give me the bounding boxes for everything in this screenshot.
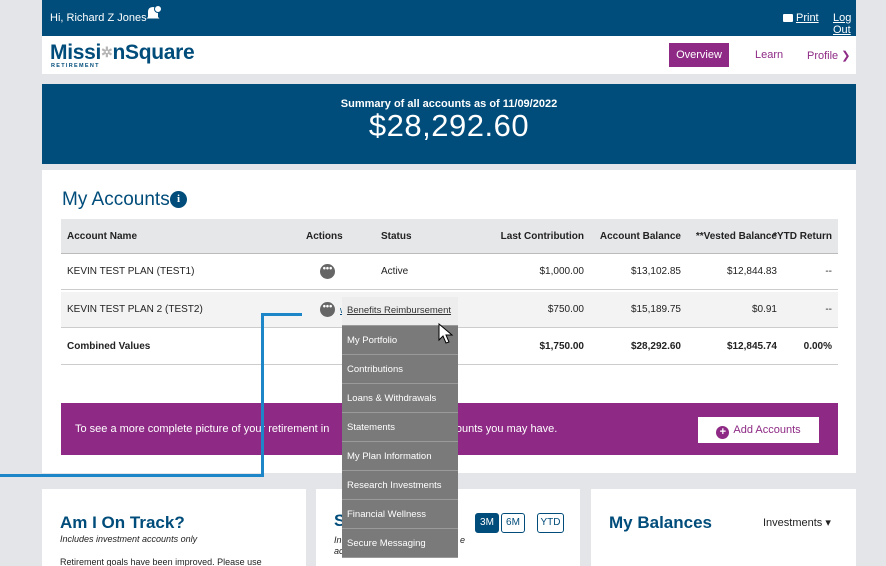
header-vested-balance: **Vested Balance [695, 231, 777, 242]
header-ytd-return: *YTD Return [773, 231, 832, 242]
logo-subtitle: RETIREMENT [51, 63, 100, 69]
combined-label: Combined Values [67, 341, 151, 352]
ytd-return: -- [825, 266, 832, 277]
vested-balance: $12,844.83 [726, 266, 777, 277]
plus-circle-icon: + [716, 426, 730, 439]
combined-ytd: 0.00% [803, 341, 832, 352]
combined-vested: $12,845.74 [726, 341, 777, 352]
info-icon[interactable]: i [170, 191, 187, 208]
menu-item-financial-wellness[interactable]: Financial Wellness [342, 500, 458, 529]
menu-item-benefits-reimbursement[interactable]: Benefits Reimbursement [342, 297, 458, 326]
greeting: Hi, Richard Z Jones [50, 12, 147, 24]
printer-icon [783, 14, 793, 22]
nav-learn[interactable]: Learn [755, 49, 783, 61]
actions-menu-icon[interactable]: ••• [320, 302, 335, 317]
banner-text-left: To see a more complete picture of your r… [75, 423, 330, 435]
header-last-contribution: Last Contribution [500, 231, 584, 242]
menu-item-secure-messaging[interactable]: Secure Messaging [342, 529, 458, 558]
account-balance: $13,102.85 [630, 266, 681, 277]
header-account-balance: Account Balance [599, 231, 681, 242]
menu-item-loans-withdrawals[interactable]: Loans & Withdrawals [342, 384, 458, 413]
logo-text: Missi✲nSquare [50, 41, 195, 64]
brand-bar: Missi✲nSquare RETIREMENT Overview Learn … [42, 36, 856, 74]
nav-profile[interactable]: Profile ❯ [807, 49, 850, 62]
logo[interactable]: Missi✲nSquare [50, 41, 195, 65]
performance-subtitle-1: In [334, 535, 342, 545]
period-3m-button[interactable]: 3M [475, 513, 499, 533]
vested-balance: $0.91 [751, 304, 777, 315]
callout-line-horizontal [261, 313, 302, 316]
menu-item-statements[interactable]: Statements [342, 413, 458, 442]
account-balance: $15,189.75 [630, 304, 681, 315]
add-accounts-button[interactable]: + Add Accounts [698, 417, 819, 443]
ytd-return: -- [825, 304, 832, 315]
menu-item-research-investments[interactable]: Research Investments [342, 471, 458, 500]
accounts-title: My Accounts [62, 189, 170, 210]
account-status: Active [381, 266, 409, 277]
header-actions: Actions [306, 231, 343, 242]
menu-item-plan-information[interactable]: My Plan Information [342, 442, 458, 471]
actions-menu-icon[interactable]: ••• [320, 264, 335, 279]
account-name: KEVIN TEST PLAN 2 (TEST2) [67, 304, 203, 315]
top-bar: Hi, Richard Z Jones Print Log Out [42, 0, 856, 36]
performance-subtitle-tail: e [460, 535, 466, 545]
on-track-subtitle: Includes investment accounts only [60, 534, 198, 544]
header-status: Status [381, 231, 412, 242]
last-contribution: $1,000.00 [539, 266, 585, 277]
period-ytd-button[interactable]: YTD [537, 513, 564, 533]
banner-text-right: counts you may have. [450, 423, 558, 435]
header-account-name: Account Name [67, 231, 138, 242]
table-row: KEVIN TEST PLAN (TEST1) ••• Active $1,00… [61, 254, 838, 290]
callout-line-bottom [0, 474, 264, 477]
on-track-body: Retirement goals have been improved. Ple… [60, 557, 262, 566]
callout-line-vertical [261, 314, 264, 476]
add-accounts-label: Add Accounts [733, 424, 801, 436]
combined-last-contribution: $1,750.00 [539, 341, 585, 352]
on-track-title: Am I On Track? [60, 513, 185, 532]
print-link[interactable]: Print [783, 12, 819, 24]
nav-overview[interactable]: Overview [669, 43, 729, 67]
accounts-table-header: Account Name Actions Status Last Contrib… [61, 219, 838, 254]
mouse-pointer-icon [438, 322, 454, 350]
logout-link[interactable]: Log Out [833, 12, 856, 36]
on-track-card: Am I On Track? Includes investment accou… [42, 489, 306, 566]
banner-text: To see a more complete picture of your r… [75, 423, 557, 435]
last-contribution: $750.00 [547, 304, 584, 315]
summary-banner: Summary of all accounts as of 11/09/2022… [42, 84, 856, 164]
menu-item-contributions[interactable]: Contributions [342, 355, 458, 384]
period-6m-button[interactable]: 6M [501, 513, 525, 533]
print-label: Print [796, 12, 819, 24]
balances-card: My Balances Investments ▾ [591, 489, 856, 566]
balances-title: My Balances [609, 513, 712, 532]
balances-selector[interactable]: Investments ▾ [763, 516, 831, 529]
combined-balance: $28,292.60 [630, 341, 681, 352]
account-name: KEVIN TEST PLAN (TEST1) [67, 266, 195, 277]
summary-amount: $28,292.60 [368, 108, 530, 143]
notification-bell-icon[interactable] [144, 5, 162, 24]
